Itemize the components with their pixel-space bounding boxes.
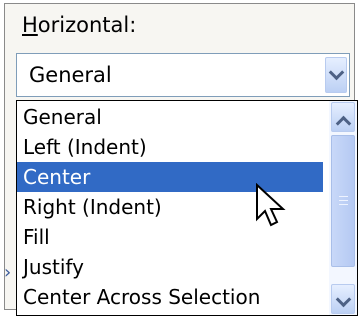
grip-line	[339, 200, 348, 201]
horizontal-label: Horizontal:	[22, 12, 136, 38]
hidden-control-arrow-icon: ›	[4, 262, 12, 283]
scroll-thumb[interactable]	[331, 135, 355, 267]
dropdown-button[interactable]	[325, 57, 347, 93]
access-key: H	[22, 13, 38, 37]
grip-line	[339, 196, 348, 197]
horizontal-options-list[interactable]: General Left (Indent) Center Right (Inde…	[16, 100, 358, 316]
chevron-down-icon	[335, 291, 352, 308]
list-item-center-across-selection[interactable]: Center Across Selection	[17, 282, 323, 312]
list-item-general[interactable]: General	[17, 102, 323, 132]
vertical-scrollbar[interactable]	[329, 101, 357, 315]
list-item-left-indent[interactable]: Left (Indent)	[17, 132, 323, 162]
grip-line	[339, 204, 348, 205]
label-text: orizontal:	[37, 13, 137, 37]
scroll-down-button[interactable]	[331, 284, 355, 314]
arrow-cursor-icon	[256, 183, 286, 227]
horizontal-combobox[interactable]: General	[16, 53, 350, 97]
list-item-justify[interactable]: Justify	[17, 252, 323, 282]
combo-current-value: General	[29, 63, 112, 87]
chevron-down-icon	[328, 64, 345, 81]
chevron-up-icon	[335, 115, 352, 132]
scroll-up-button[interactable]	[331, 102, 355, 132]
